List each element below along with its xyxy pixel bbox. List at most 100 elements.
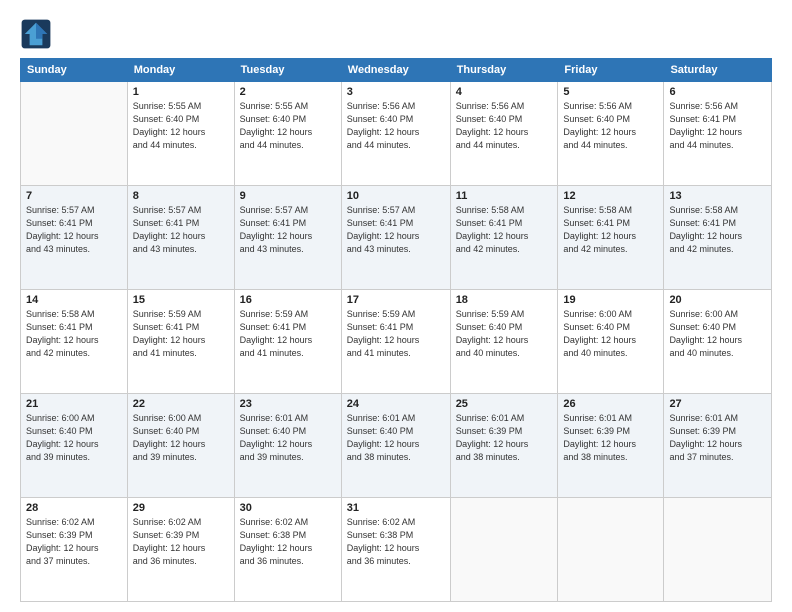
calendar-cell: 8 Sunrise: 5:57 AMSunset: 6:41 PMDaylight… bbox=[127, 186, 234, 290]
day-number: 31 bbox=[347, 502, 445, 514]
calendar-cell: 12 Sunrise: 5:58 AMSunset: 6:41 PMDayligh… bbox=[558, 186, 664, 290]
page: SundayMondayTuesdayWednesdayThursdayFrid… bbox=[0, 0, 792, 612]
day-number: 22 bbox=[133, 398, 229, 410]
day-number: 8 bbox=[133, 190, 229, 202]
day-number: 2 bbox=[240, 86, 336, 98]
calendar-cell: 1 Sunrise: 5:55 AMSunset: 6:40 PMDaylight… bbox=[127, 82, 234, 186]
day-info: Sunrise: 6:01 AMSunset: 6:39 PMDaylight:… bbox=[456, 412, 553, 464]
day-number: 1 bbox=[133, 86, 229, 98]
weekday-header-tuesday: Tuesday bbox=[234, 59, 341, 82]
day-number: 16 bbox=[240, 294, 336, 306]
calendar-cell: 26 Sunrise: 6:01 AMSunset: 6:39 PMDayligh… bbox=[558, 394, 664, 498]
calendar-cell: 4Sunrise: 5:56 AMSunset: 6:40 PMDaylight… bbox=[450, 82, 558, 186]
day-number: 19 bbox=[563, 294, 658, 306]
day-number: 7 bbox=[26, 190, 122, 202]
calendar-cell: 28 Sunrise: 6:02 AMSunset: 6:39 PMDayligh… bbox=[21, 498, 128, 602]
calendar-cell: 18 Sunrise: 5:59 AMSunset: 6:40 PMDayligh… bbox=[450, 290, 558, 394]
day-info: Sunrise: 6:01 AMSunset: 6:40 PMDaylight:… bbox=[347, 412, 445, 464]
day-number: 20 bbox=[669, 294, 766, 306]
calendar-cell: 17 Sunrise: 5:59 AMSunset: 6:41 PMDayligh… bbox=[341, 290, 450, 394]
logo bbox=[20, 18, 56, 50]
day-number: 27 bbox=[669, 398, 766, 410]
day-info: Sunrise: 5:59 AMSunset: 6:40 PMDaylight:… bbox=[456, 308, 553, 360]
calendar-cell: 2Sunrise: 5:55 AMSunset: 6:40 PMDaylight… bbox=[234, 82, 341, 186]
day-number: 5 bbox=[563, 86, 658, 98]
day-info: Sunrise: 5:59 AMSunset: 6:41 PMDaylight:… bbox=[133, 308, 229, 360]
day-number: 17 bbox=[347, 294, 445, 306]
calendar-cell: 23 Sunrise: 6:01 AMSunset: 6:40 PMDayligh… bbox=[234, 394, 341, 498]
calendar-table: SundayMondayTuesdayWednesdayThursdayFrid… bbox=[20, 58, 772, 602]
day-info: Sunrise: 5:58 AMSunset: 6:41 PMDaylight:… bbox=[456, 204, 553, 256]
day-number: 25 bbox=[456, 398, 553, 410]
day-info: Sunrise: 5:59 AMSunset: 6:41 PMDaylight:… bbox=[240, 308, 336, 360]
calendar-week-row: 7 Sunrise: 5:57 AMSunset: 6:41 PMDaylight… bbox=[21, 186, 772, 290]
day-info: Sunrise: 6:01 AMSunset: 6:40 PMDaylight:… bbox=[240, 412, 336, 464]
calendar-cell: 19 Sunrise: 6:00 AMSunset: 6:40 PMDayligh… bbox=[558, 290, 664, 394]
day-number: 28 bbox=[26, 502, 122, 514]
calendar-cell: 7 Sunrise: 5:57 AMSunset: 6:41 PMDaylight… bbox=[21, 186, 128, 290]
calendar-cell: 3 Sunrise: 5:56 AMSunset: 6:40 PMDaylight… bbox=[341, 82, 450, 186]
day-info: Sunrise: 5:56 AMSunset: 6:41 PMDaylight:… bbox=[669, 100, 766, 152]
weekday-header-wednesday: Wednesday bbox=[341, 59, 450, 82]
day-info: Sunrise: 6:02 AMSunset: 6:38 PMDaylight:… bbox=[347, 516, 445, 568]
calendar-cell: 24 Sunrise: 6:01 AMSunset: 6:40 PMDayligh… bbox=[341, 394, 450, 498]
calendar-cell: 21 Sunrise: 6:00 AMSunset: 6:40 PMDayligh… bbox=[21, 394, 128, 498]
calendar-cell bbox=[450, 498, 558, 602]
day-info: Sunrise: 6:00 AMSunset: 6:40 PMDaylight:… bbox=[563, 308, 658, 360]
day-info: Sunrise: 5:58 AMSunset: 6:41 PMDaylight:… bbox=[26, 308, 122, 360]
day-number: 26 bbox=[563, 398, 658, 410]
calendar-week-row: 28 Sunrise: 6:02 AMSunset: 6:39 PMDayligh… bbox=[21, 498, 772, 602]
calendar-cell: 14Sunrise: 5:58 AMSunset: 6:41 PMDayligh… bbox=[21, 290, 128, 394]
day-info: Sunrise: 6:02 AMSunset: 6:39 PMDaylight:… bbox=[133, 516, 229, 568]
day-number: 3 bbox=[347, 86, 445, 98]
calendar-cell: 29 Sunrise: 6:02 AMSunset: 6:39 PMDayligh… bbox=[127, 498, 234, 602]
day-info: Sunrise: 5:58 AMSunset: 6:41 PMDaylight:… bbox=[563, 204, 658, 256]
day-number: 9 bbox=[240, 190, 336, 202]
day-info: Sunrise: 5:59 AMSunset: 6:41 PMDaylight:… bbox=[347, 308, 445, 360]
logo-icon bbox=[20, 18, 52, 50]
calendar-cell: 13Sunrise: 5:58 AMSunset: 6:41 PMDayligh… bbox=[664, 186, 772, 290]
day-info: Sunrise: 6:00 AMSunset: 6:40 PMDaylight:… bbox=[26, 412, 122, 464]
day-info: Sunrise: 5:57 AMSunset: 6:41 PMDaylight:… bbox=[240, 204, 336, 256]
weekday-header-friday: Friday bbox=[558, 59, 664, 82]
weekday-header-thursday: Thursday bbox=[450, 59, 558, 82]
day-info: Sunrise: 6:01 AMSunset: 6:39 PMDaylight:… bbox=[563, 412, 658, 464]
calendar-cell: 20 Sunrise: 6:00 AMSunset: 6:40 PMDayligh… bbox=[664, 290, 772, 394]
day-info: Sunrise: 6:00 AMSunset: 6:40 PMDaylight:… bbox=[133, 412, 229, 464]
weekday-header-saturday: Saturday bbox=[664, 59, 772, 82]
day-number: 21 bbox=[26, 398, 122, 410]
calendar-cell bbox=[558, 498, 664, 602]
calendar-cell: 27 Sunrise: 6:01 AMSunset: 6:39 PMDayligh… bbox=[664, 394, 772, 498]
calendar-cell: 25 Sunrise: 6:01 AMSunset: 6:39 PMDayligh… bbox=[450, 394, 558, 498]
calendar-cell: 30 Sunrise: 6:02 AMSunset: 6:38 PMDayligh… bbox=[234, 498, 341, 602]
day-info: Sunrise: 5:56 AMSunset: 6:40 PMDaylight:… bbox=[563, 100, 658, 152]
weekday-header-row: SundayMondayTuesdayWednesdayThursdayFrid… bbox=[21, 59, 772, 82]
day-number: 18 bbox=[456, 294, 553, 306]
day-info: Sunrise: 5:55 AMSunset: 6:40 PMDaylight:… bbox=[133, 100, 229, 152]
day-info: Sunrise: 6:01 AMSunset: 6:39 PMDaylight:… bbox=[669, 412, 766, 464]
day-number: 23 bbox=[240, 398, 336, 410]
calendar-cell: 10Sunrise: 5:57 AMSunset: 6:41 PMDayligh… bbox=[341, 186, 450, 290]
day-info: Sunrise: 6:02 AMSunset: 6:38 PMDaylight:… bbox=[240, 516, 336, 568]
weekday-header-sunday: Sunday bbox=[21, 59, 128, 82]
calendar-cell: 6 Sunrise: 5:56 AMSunset: 6:41 PMDaylight… bbox=[664, 82, 772, 186]
day-number: 24 bbox=[347, 398, 445, 410]
calendar-cell: 9 Sunrise: 5:57 AMSunset: 6:41 PMDaylight… bbox=[234, 186, 341, 290]
day-info: Sunrise: 6:00 AMSunset: 6:40 PMDaylight:… bbox=[669, 308, 766, 360]
day-info: Sunrise: 5:57 AMSunset: 6:41 PMDaylight:… bbox=[133, 204, 229, 256]
day-info: Sunrise: 5:56 AMSunset: 6:40 PMDaylight:… bbox=[347, 100, 445, 152]
day-number: 30 bbox=[240, 502, 336, 514]
calendar-cell bbox=[664, 498, 772, 602]
calendar-cell: 5 Sunrise: 5:56 AMSunset: 6:40 PMDaylight… bbox=[558, 82, 664, 186]
calendar-week-row: 14Sunrise: 5:58 AMSunset: 6:41 PMDayligh… bbox=[21, 290, 772, 394]
calendar-cell bbox=[21, 82, 128, 186]
day-info: Sunrise: 5:57 AMSunset: 6:41 PMDaylight:… bbox=[26, 204, 122, 256]
header bbox=[20, 18, 772, 50]
day-number: 29 bbox=[133, 502, 229, 514]
calendar-cell: 15 Sunrise: 5:59 AMSunset: 6:41 PMDayligh… bbox=[127, 290, 234, 394]
day-info: Sunrise: 6:02 AMSunset: 6:39 PMDaylight:… bbox=[26, 516, 122, 568]
day-number: 15 bbox=[133, 294, 229, 306]
day-number: 12 bbox=[563, 190, 658, 202]
calendar-cell: 22 Sunrise: 6:00 AMSunset: 6:40 PMDayligh… bbox=[127, 394, 234, 498]
day-number: 6 bbox=[669, 86, 766, 98]
